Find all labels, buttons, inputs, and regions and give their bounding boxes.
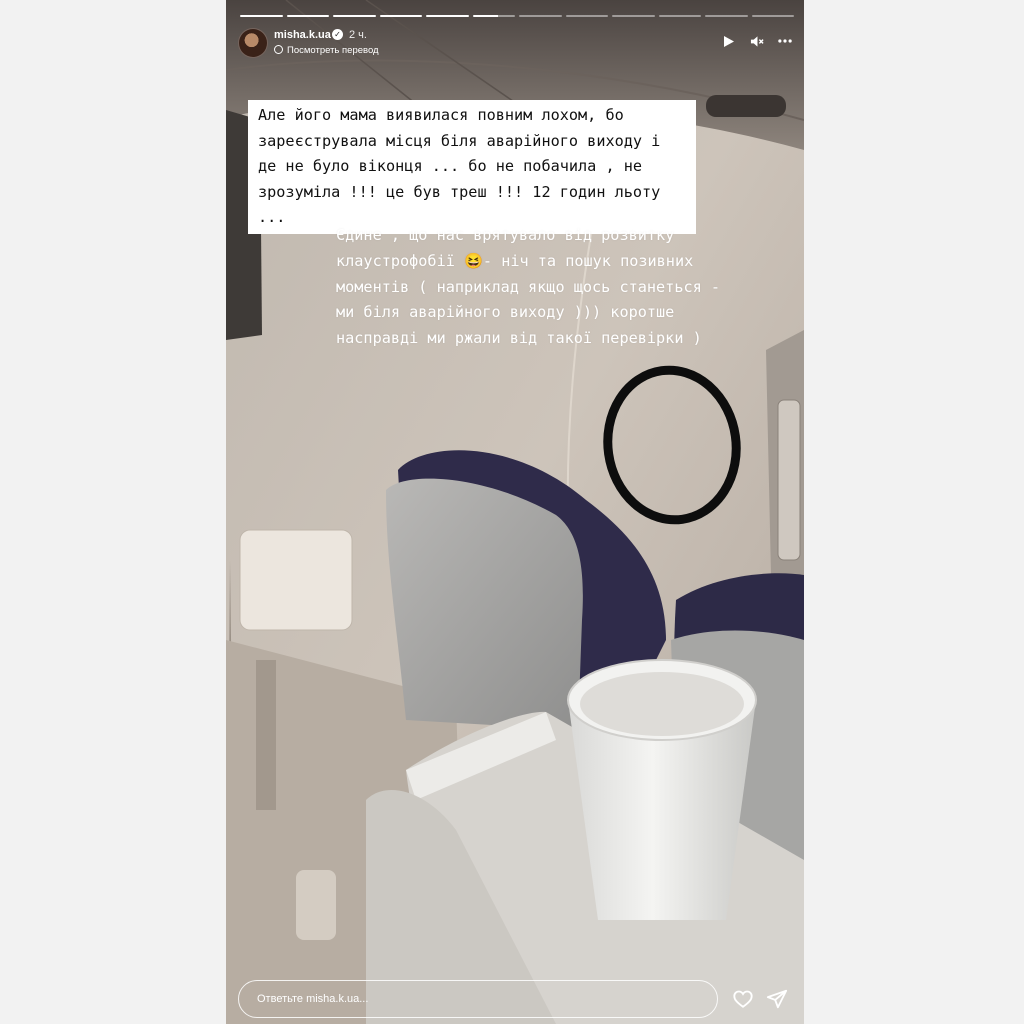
story-viewer[interactable]: misha.k.ua ✓ 2 ч. Посмотреть перевод Але… (226, 0, 804, 1024)
send-icon[interactable] (766, 988, 788, 1010)
post-time: 2 ч. (349, 29, 367, 41)
story-caption-plain: Єдине , що нас врятувало від розвитку кл… (336, 223, 786, 352)
caption-line: де не було віконця ... бо не побачила , … (258, 157, 643, 175)
translate-label: Посмотреть перевод (287, 45, 379, 56)
mute-icon[interactable] (750, 34, 764, 48)
reply-bar (238, 980, 792, 1018)
caption-line: моментів ( наприклад якщо щось станеться… (336, 277, 721, 296)
progress-segment (612, 15, 655, 17)
story-header: misha.k.ua ✓ 2 ч. Посмотреть перевод (238, 26, 792, 58)
progress-segment (286, 15, 329, 17)
progress-segment (379, 15, 422, 17)
story-caption-boxed: Але його мама виявилася повним лохом, бо… (248, 100, 696, 234)
caption-line: насправді ми ржали від такої перевірки ) (336, 329, 702, 348)
caption-line: зареєструвала місця біля аварійного вихо… (258, 131, 661, 150)
caption-line: Але його мама виявилася повним лохом, бо (258, 106, 624, 124)
caption-line: ми біля аварійного виходу ))) коротше (336, 303, 675, 322)
username[interactable]: misha.k.ua (274, 29, 331, 41)
story-progress-bar (240, 15, 794, 18)
verified-badge-icon: ✓ (332, 29, 343, 40)
progress-segment (751, 15, 794, 17)
reply-input[interactable] (238, 980, 718, 1018)
story-controls (722, 34, 792, 48)
progress-segment (426, 15, 469, 17)
play-icon[interactable] (722, 34, 736, 48)
progress-segment (240, 15, 283, 17)
progress-segment (565, 15, 608, 17)
caption-line: Єдине , що нас врятувало від розвитку (336, 226, 675, 244)
translate-link[interactable]: Посмотреть перевод (274, 45, 379, 56)
avatar[interactable] (238, 28, 268, 58)
globe-icon (274, 45, 283, 54)
progress-segment (705, 15, 748, 17)
caption-line: клаустрофобії 😆- ніч та пошук позивних (336, 251, 694, 270)
progress-segment (472, 15, 515, 17)
progress-segment (658, 15, 701, 17)
heart-icon[interactable] (732, 988, 754, 1010)
progress-segment (519, 15, 562, 17)
more-icon[interactable] (778, 34, 792, 48)
progress-segment (333, 15, 376, 17)
